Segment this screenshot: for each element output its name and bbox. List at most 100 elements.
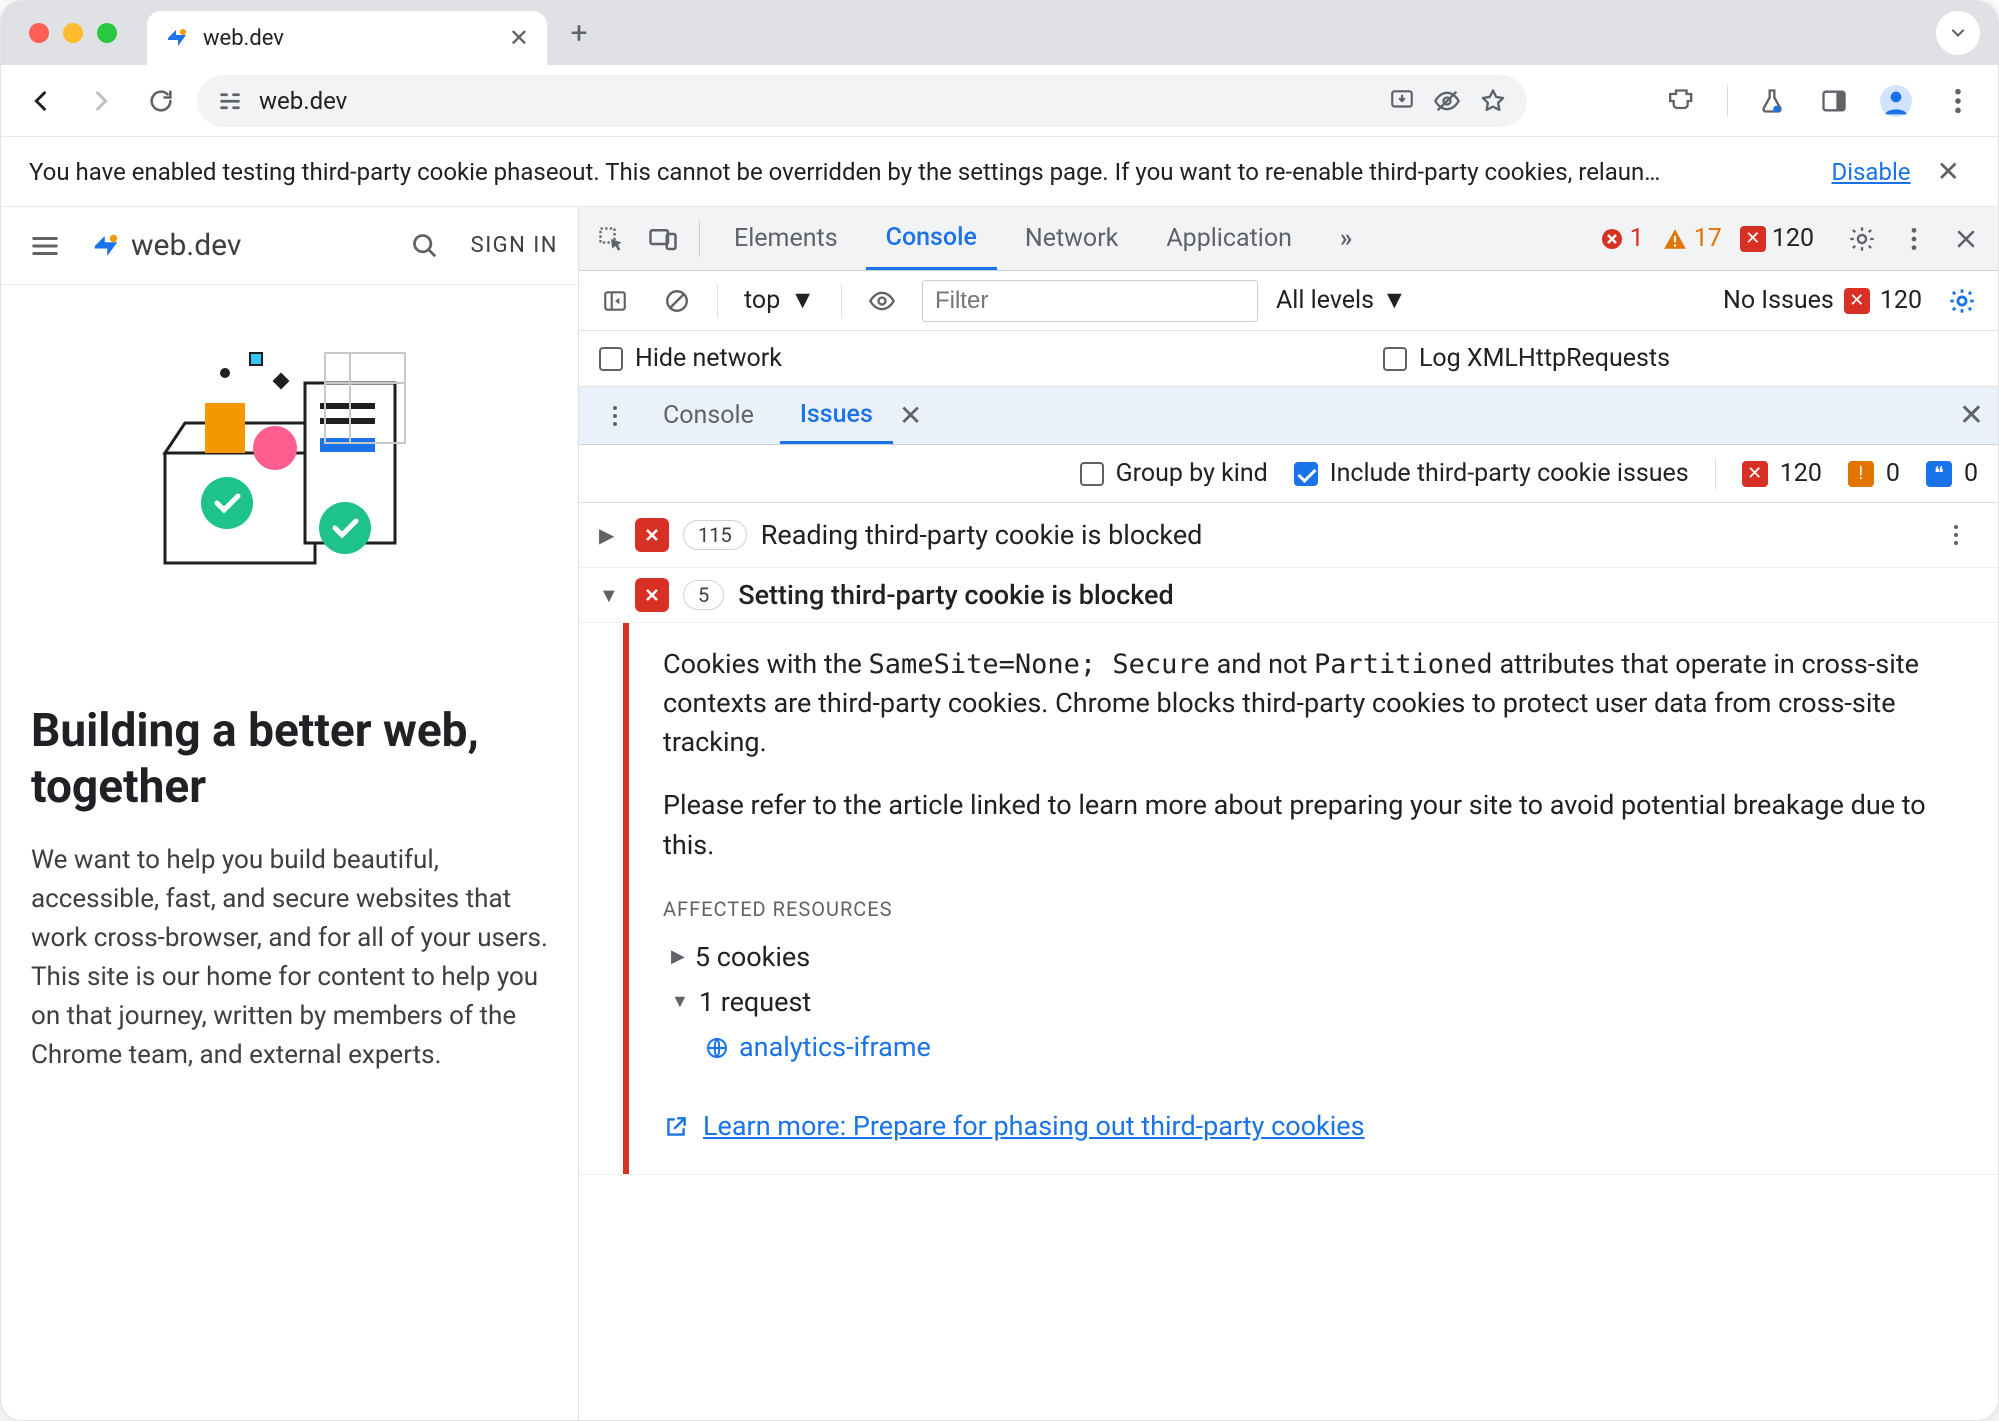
page-headline: Building a better web, together — [31, 703, 548, 815]
issues-counter[interactable]: ✕120 — [1740, 224, 1814, 253]
page-body: Building a better web, together We want … — [1, 285, 578, 1420]
include-tpc-checkbox[interactable]: Include third-party cookie issues — [1294, 459, 1689, 488]
brand-text: web.dev — [131, 228, 241, 263]
learn-more-link[interactable]: Learn more: Prepare for phasing out thir… — [703, 1107, 1365, 1146]
inspect-element-icon[interactable] — [589, 217, 633, 261]
issue-severity-icon — [635, 518, 669, 552]
signin-link[interactable]: SIGN IN — [471, 233, 558, 258]
tab-application[interactable]: Application — [1146, 207, 1312, 270]
omnibox[interactable]: web.dev — [197, 75, 1527, 127]
warning-counter[interactable]: 17 — [1662, 224, 1722, 253]
infobar-text: You have enabled testing third-party coo… — [29, 158, 1815, 186]
hamburger-icon[interactable] — [21, 222, 69, 270]
site-settings-icon[interactable] — [217, 88, 243, 114]
triangle-down-icon: ▼ — [1382, 286, 1407, 315]
issue-row[interactable]: ▶ 115 Reading third-party cookie is bloc… — [579, 503, 1998, 568]
error-circle-icon — [1600, 227, 1624, 251]
install-app-icon[interactable] — [1389, 87, 1415, 115]
extensions-icon[interactable] — [1659, 77, 1707, 125]
context-select[interactable]: top▼ — [736, 286, 823, 315]
triangle-down-icon[interactable]: ▼ — [599, 583, 621, 608]
issues-square-icon: ✕ — [1740, 226, 1766, 252]
affected-cookies[interactable]: ▶5 cookies — [671, 938, 1964, 977]
hero-illustration — [31, 313, 548, 613]
page-subcopy: We want to help you build beautiful, acc… — [31, 841, 548, 1075]
drawer-tab-bar: Console Issues ✕ ✕ — [579, 387, 1998, 445]
devtools-tab-bar: Elements Console Network Application » 1… — [579, 207, 1998, 271]
issues-square-icon: ✕ — [1844, 288, 1870, 314]
hide-network-checkbox[interactable]: Hide network — [599, 344, 782, 373]
triangle-down-icon: ▼ — [790, 286, 815, 315]
page-search-icon[interactable] — [401, 222, 449, 270]
issue-row-kebab-icon[interactable] — [1934, 513, 1978, 557]
drawer-kebab-icon[interactable] — [593, 394, 637, 438]
devtools-kebab-icon[interactable] — [1892, 217, 1936, 261]
triangle-down-icon: ▼ — [671, 989, 689, 1015]
tab-overflow-button[interactable] — [1936, 11, 1980, 55]
tab-console[interactable]: Console — [866, 207, 997, 270]
tab-network[interactable]: Network — [1005, 207, 1138, 270]
console-settings-icon[interactable] — [1940, 279, 1984, 323]
labs-icon[interactable] — [1748, 77, 1796, 125]
log-xhr-checkbox[interactable]: Log XMLHttpRequests — [1383, 344, 1670, 373]
window-close-dot[interactable] — [29, 23, 49, 43]
device-toolbar-icon[interactable] — [641, 217, 685, 261]
profile-avatar[interactable] — [1872, 77, 1920, 125]
tab-overflow[interactable]: » — [1320, 207, 1373, 270]
issue-title: Reading third-party cookie is blocked — [761, 519, 1203, 551]
window-minimize-dot[interactable] — [63, 23, 83, 43]
code-snippet: SameSite=None; Secure — [869, 649, 1210, 680]
affected-requests[interactable]: ▼1 request — [671, 983, 1964, 1022]
network-resource-icon — [705, 1036, 729, 1060]
console-sidebar-toggle-icon[interactable] — [593, 279, 637, 323]
tab-elements[interactable]: Elements — [714, 207, 858, 270]
issue-detail: Cookies with the SameSite=None; Secure a… — [579, 623, 1998, 1175]
star-icon[interactable] — [1479, 87, 1507, 115]
devtools-close-icon[interactable] — [1944, 217, 1988, 261]
group-by-kind-checkbox[interactable]: Group by kind — [1080, 459, 1268, 488]
devtools-settings-icon[interactable] — [1840, 217, 1884, 261]
devtools: Elements Console Network Application » 1… — [579, 207, 1998, 1420]
omnibox-url: web.dev — [259, 87, 1373, 115]
live-expression-icon[interactable] — [860, 279, 904, 323]
issues-red-count: ✕120 — [1742, 459, 1822, 488]
kebab-menu-icon[interactable] — [1934, 77, 1982, 125]
tab-favicon — [165, 26, 189, 50]
affected-resources-heading: AFFECTED RESOURCES — [663, 895, 1964, 924]
back-button[interactable] — [17, 77, 65, 125]
window-zoom-dot[interactable] — [97, 23, 117, 43]
infobar-close-icon[interactable]: ✕ — [1927, 149, 1970, 194]
tab-close-icon[interactable]: ✕ — [509, 24, 529, 52]
eye-off-icon[interactable] — [1433, 87, 1461, 115]
new-tab-button[interactable]: + — [557, 11, 601, 55]
window-traffic-lights — [29, 23, 117, 43]
toolbar-separator — [1727, 85, 1728, 117]
page-header: web.dev SIGN IN — [1, 207, 578, 285]
browser-tab[interactable]: web.dev ✕ — [147, 11, 547, 65]
issue-row[interactable]: ▼ 5 Setting third-party cookie is blocke… — [579, 568, 1998, 623]
issues-shortcut[interactable]: No Issues✕120 — [1723, 286, 1922, 315]
warning-triangle-icon — [1662, 226, 1688, 252]
forward-button[interactable] — [77, 77, 125, 125]
drawer-tab-console[interactable]: Console — [643, 387, 774, 444]
drawer-tab-close-icon[interactable]: ✕ — [899, 399, 922, 432]
chevron-down-icon — [1948, 23, 1968, 43]
issues-filter-bar: Group by kind Include third-party cookie… — [579, 445, 1998, 503]
console-toolbar: top▼ All levels▼ No Issues✕120 — [579, 271, 1998, 331]
triangle-right-icon[interactable]: ▶ — [599, 523, 621, 547]
side-panel-icon[interactable] — [1810, 77, 1858, 125]
console-filter-input[interactable] — [922, 280, 1258, 322]
browser-window: web.dev ✕ + web.dev — [0, 0, 1999, 1421]
rendered-page: web.dev SIGN IN — [1, 207, 579, 1420]
brand-logo-icon — [91, 231, 121, 261]
log-levels-select[interactable]: All levels▼ — [1276, 286, 1407, 315]
clear-console-icon[interactable] — [655, 279, 699, 323]
affected-request-link[interactable]: analytics-iframe — [705, 1028, 1964, 1067]
issue-title: Setting third-party cookie is blocked — [738, 579, 1173, 611]
drawer-close-icon[interactable]: ✕ — [1959, 398, 1984, 433]
infobar-disable-link[interactable]: Disable — [1831, 158, 1910, 186]
reload-button[interactable] — [137, 77, 185, 125]
drawer-tab-issues[interactable]: Issues — [780, 387, 893, 444]
page-brand[interactable]: web.dev — [91, 228, 241, 263]
error-counter[interactable]: 1 — [1600, 224, 1644, 253]
